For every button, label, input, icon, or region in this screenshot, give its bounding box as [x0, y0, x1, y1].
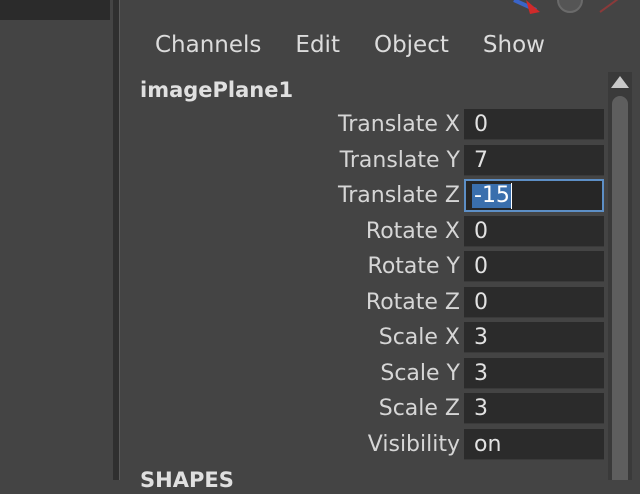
- attribute-label[interactable]: Rotate Z: [366, 286, 460, 319]
- menu-item-show[interactable]: Show: [483, 30, 545, 60]
- menu-item-channels[interactable]: Channels: [155, 30, 261, 60]
- toolbar-icons: [502, 0, 640, 16]
- attribute-value-field[interactable]: 7: [464, 145, 604, 176]
- attribute-value-field[interactable]: 0: [464, 251, 604, 282]
- attribute-label[interactable]: Translate X: [338, 108, 460, 141]
- attribute-value: 3: [474, 361, 488, 386]
- attribute-label[interactable]: Scale Y: [380, 357, 460, 390]
- sphere-icon[interactable]: [557, 0, 583, 13]
- attribute-row-scale-z: Scale Z 3: [300, 392, 605, 425]
- attribute-row-translate-x: Translate X 0: [300, 108, 605, 141]
- attribute-value: 0: [474, 290, 488, 315]
- attribute-value: -15: [472, 183, 512, 208]
- attribute-label[interactable]: Scale X: [379, 321, 460, 354]
- left-panel-header: [0, 0, 110, 20]
- menu-item-object[interactable]: Object: [374, 30, 449, 60]
- attribute-value: on: [474, 432, 502, 457]
- attribute-row-rotate-z: Rotate Z 0: [300, 286, 605, 319]
- left-panel: [0, 0, 113, 480]
- attribute-value-field[interactable]: 0: [464, 216, 604, 247]
- scrollbar-thumb[interactable]: [612, 96, 628, 480]
- vertical-scrollbar[interactable]: [608, 72, 632, 480]
- menu-item-edit[interactable]: Edit: [295, 30, 340, 60]
- attribute-value-field[interactable]: on: [464, 429, 604, 460]
- attribute-value: 0: [474, 219, 488, 244]
- attribute-value: 0: [474, 112, 488, 137]
- attribute-value-field[interactable]: 3: [464, 393, 604, 424]
- attribute-label[interactable]: Translate Y: [340, 144, 460, 177]
- attribute-value: 3: [474, 325, 488, 350]
- attribute-value: 0: [474, 254, 488, 279]
- attribute-row-scale-y: Scale Y 3: [300, 357, 605, 390]
- sphere-icon-outline: [599, 0, 619, 13]
- attribute-row-translate-z: Translate Z -15: [300, 179, 605, 212]
- attribute-value-field[interactable]: 0: [464, 287, 604, 318]
- attribute-label[interactable]: Translate Z: [338, 179, 460, 212]
- node-name[interactable]: imagePlane1: [140, 76, 293, 104]
- attribute-row-visibility: Visibility on: [300, 428, 605, 461]
- attribute-label[interactable]: Rotate Y: [368, 250, 460, 283]
- attribute-label[interactable]: Visibility: [368, 428, 460, 461]
- attribute-label[interactable]: Scale Z: [379, 392, 460, 425]
- move-tool-icon[interactable]: [513, 0, 540, 14]
- scrollbar-up-arrow-icon[interactable]: [611, 76, 629, 88]
- attribute-row-translate-y: Translate Y 7: [300, 144, 605, 177]
- attribute-row-scale-x: Scale X 3: [300, 321, 605, 354]
- attribute-label[interactable]: Rotate X: [366, 215, 460, 248]
- shapes-section-label: SHAPES: [140, 468, 234, 492]
- channel-box-menu-bar: Channels Edit Object Show: [155, 30, 579, 60]
- attribute-value-field[interactable]: -15: [464, 179, 604, 212]
- attribute-value-field[interactable]: 0: [464, 109, 604, 140]
- text-caret: [511, 183, 512, 209]
- attribute-value: 7: [474, 148, 488, 173]
- attribute-value-field[interactable]: 3: [464, 322, 604, 353]
- attribute-row-rotate-y: Rotate Y 0: [300, 250, 605, 283]
- attribute-value-field[interactable]: 3: [464, 358, 604, 389]
- attribute-row-rotate-x: Rotate X 0: [300, 215, 605, 248]
- attribute-value: 3: [474, 396, 488, 421]
